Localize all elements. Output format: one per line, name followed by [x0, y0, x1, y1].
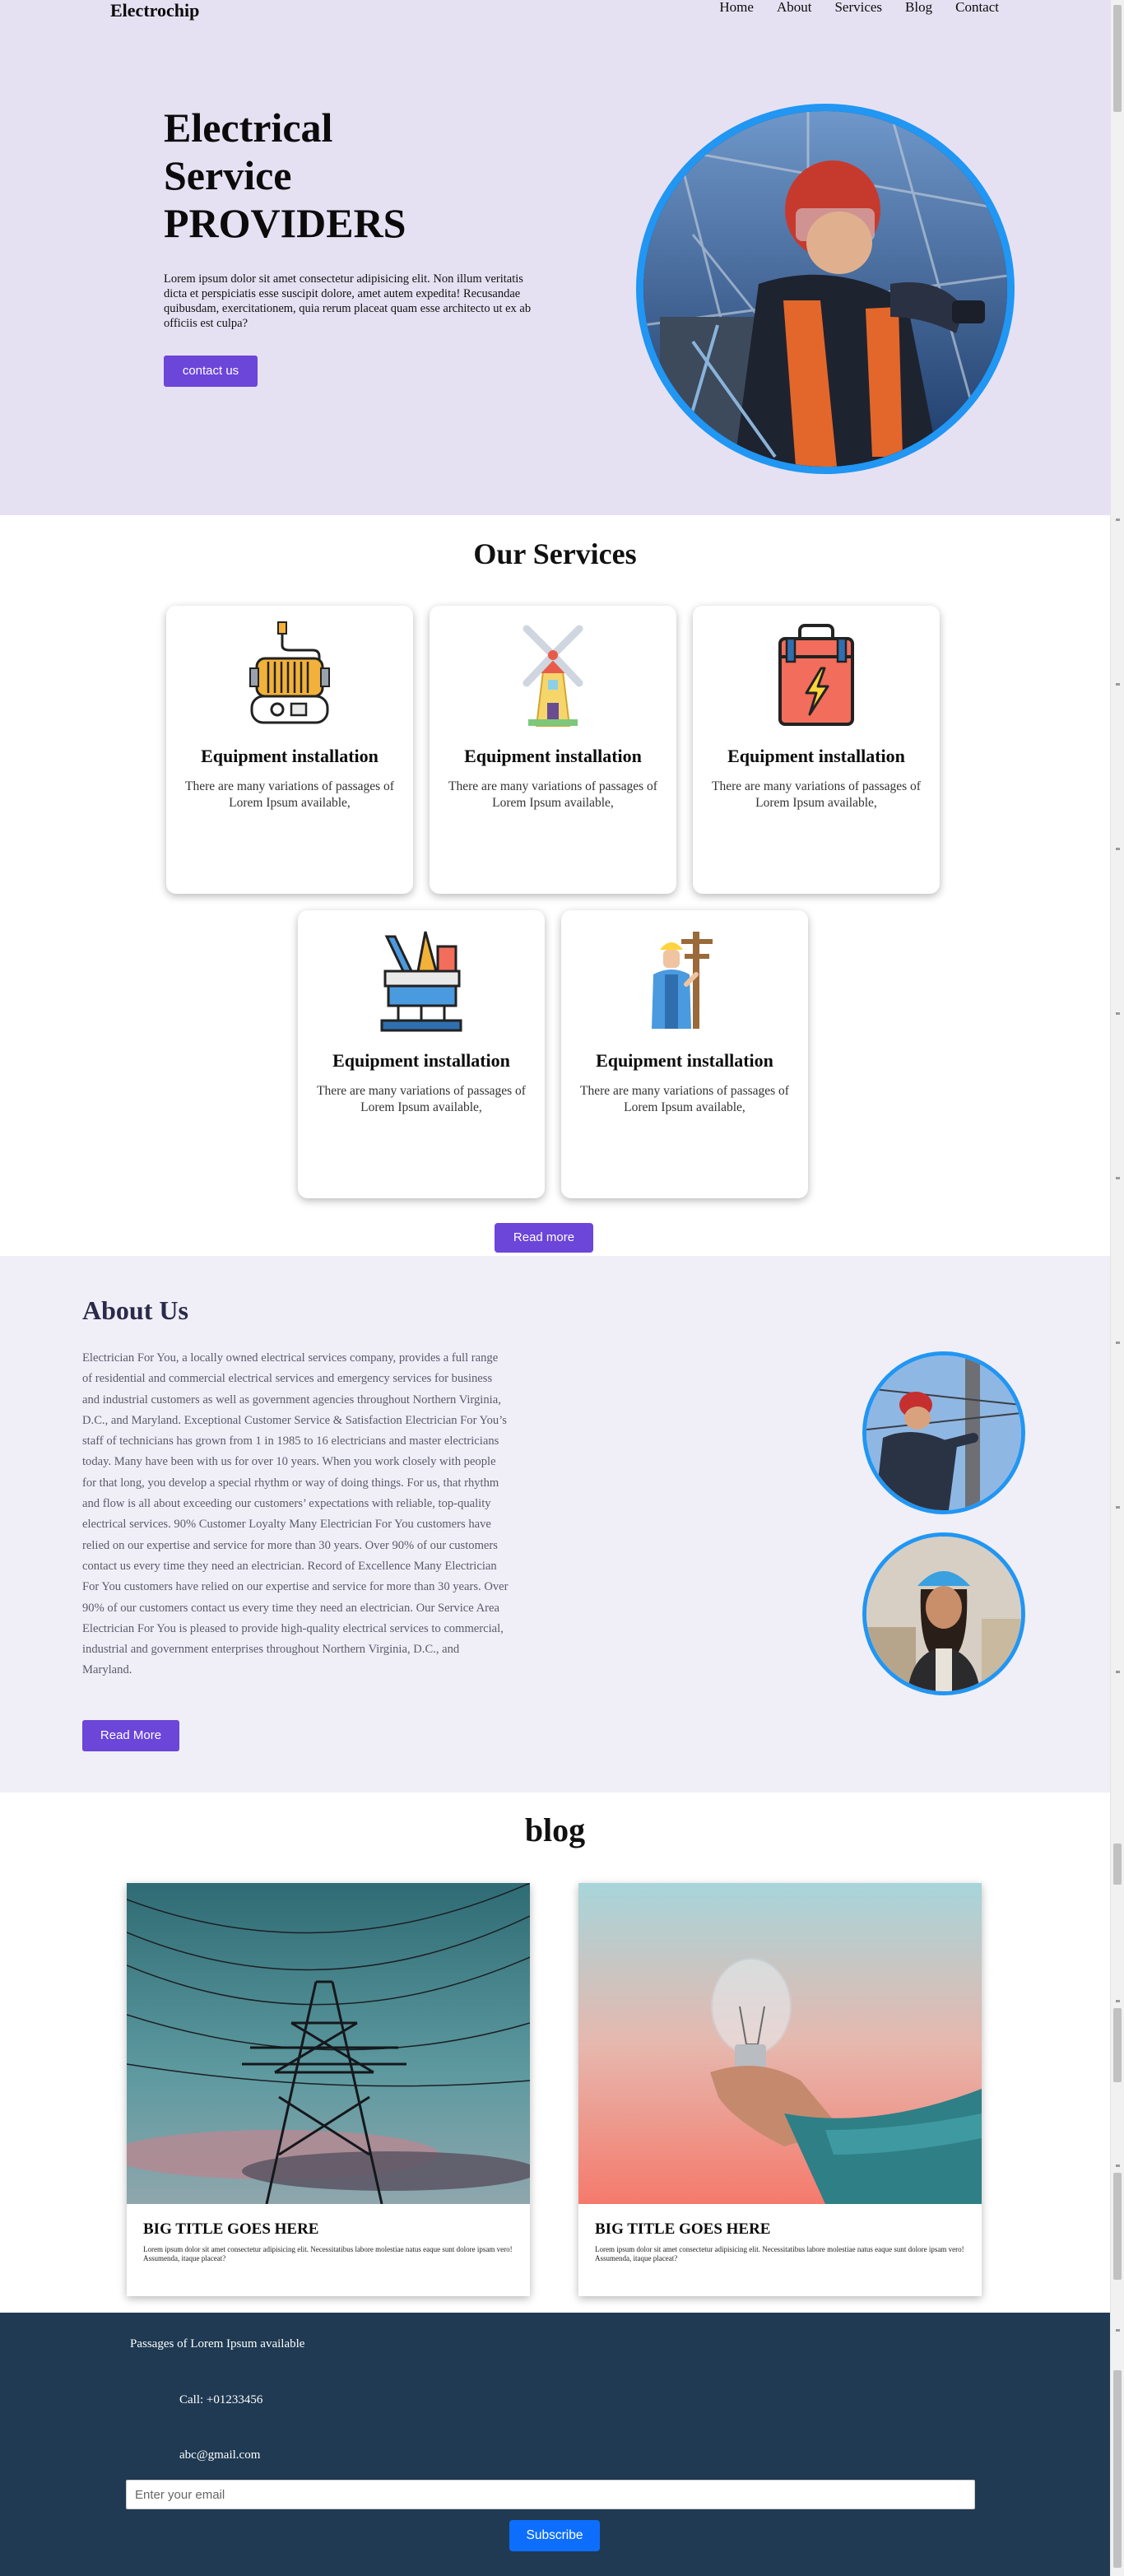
email-input[interactable] — [126, 2480, 975, 2509]
footer-tagline: Passages of Lorem Ipsum available — [130, 2337, 305, 2350]
service-title: Equipment installation — [201, 746, 379, 766]
service-card[interactable]: Equipment installation There are many va… — [430, 606, 676, 894]
page-scrollbar[interactable] — [1110, 0, 1124, 2576]
about-text: Electrician For You, a locally owned ele… — [82, 1351, 509, 1677]
scrollbar-tick — [1116, 683, 1120, 686]
lineman-illustration — [866, 1355, 1021, 1510]
services-title: Our Services — [473, 537, 637, 570]
nav-menu: Home About Services Blog Contact — [719, 0, 999, 16]
nav-home[interactable]: Home — [719, 0, 754, 16]
blog-post-text: Lorem ipsum dolor sit amet consectetur a… — [595, 2245, 964, 2262]
scrollbar-tick — [1116, 2164, 1120, 2167]
service-text: There are many variations of passages of… — [185, 779, 394, 810]
service-text: There are many variations of passages of… — [580, 1084, 789, 1114]
footer: Passages of Lorem Ipsum available Call: … — [0, 2313, 1110, 2576]
lightbulb-illustration — [578, 1883, 982, 2204]
engineer-woman-illustration — [866, 1537, 1021, 1691]
service-text: There are many variations of passages of… — [712, 779, 921, 810]
service-card[interactable]: Equipment installation There are many va… — [298, 910, 545, 1198]
hero-section: Electrochip Home About Services Blog Con… — [0, 0, 1110, 515]
power-tower-photo — [127, 1883, 530, 2204]
generator-icon — [249, 621, 330, 724]
footer-email[interactable]: abc@gmail.com — [179, 2448, 260, 2462]
lineman-photo — [862, 1351, 1025, 1514]
blog-post-title[interactable]: BIG TITLE GOES HERE — [143, 2220, 318, 2239]
page: Electrochip Home About Services Blog Con… — [0, 0, 1110, 2576]
blog-card[interactable]: BIG TITLE GOES HERE Lorem ipsum dolor si… — [127, 1883, 530, 2296]
power-tower-illustration — [127, 1883, 530, 2204]
scrollbar-thumb[interactable] — [1113, 2370, 1122, 2568]
service-card[interactable]: Equipment installation There are many va… — [166, 606, 413, 894]
nav-contact[interactable]: Contact — [955, 0, 999, 16]
lightbulb-photo — [578, 1883, 982, 2204]
hero-title-line3: PROVIDERS — [164, 200, 406, 246]
blog-card[interactable]: BIG TITLE GOES HERE Lorem ipsum dolor si… — [578, 1883, 982, 2296]
service-card[interactable]: Equipment installation There are many va… — [693, 606, 940, 894]
nav-about[interactable]: About — [777, 0, 812, 16]
services-read-more-button[interactable]: Read more — [495, 1223, 593, 1253]
about-title: About Us — [82, 1295, 188, 1325]
hero-title-line2: Service — [164, 152, 292, 198]
footer-phone[interactable]: Call: +01233456 — [179, 2393, 262, 2407]
scrollbar-thumb[interactable] — [1113, 2173, 1122, 2280]
toolbox-icon — [778, 624, 854, 726]
nav-blog[interactable]: Blog — [905, 0, 932, 16]
scrollbar-tick — [1116, 518, 1120, 521]
blog-post-text: Lorem ipsum dolor sit amet consectetur a… — [143, 2245, 513, 2262]
service-text: There are many variations of passages of… — [448, 779, 657, 810]
subscribe-button[interactable]: Subscribe — [509, 2520, 600, 2551]
engineer-woman-photo — [862, 1532, 1025, 1695]
windmill-icon — [523, 625, 583, 727]
service-title: Equipment installation — [332, 1050, 510, 1071]
top-nav: Electrochip Home About Services Blog Con… — [0, 0, 1110, 25]
scrollbar-tick — [1116, 1012, 1120, 1015]
scrollbar-tick — [1116, 848, 1120, 850]
blog-title: blog — [524, 1811, 586, 1848]
scrollbar-thumb[interactable] — [1113, 1844, 1122, 1885]
hero-description: Lorem ipsum dolor sit amet consectetur a… — [164, 272, 532, 330]
about-section: About Us Electrician For You, a locally … — [0, 1256, 1110, 1793]
service-card[interactable]: Equipment installation There are many va… — [561, 910, 808, 1198]
electrician-illustration — [643, 111, 1007, 467]
contact-us-button[interactable]: contact us — [164, 356, 258, 387]
hero-title: Electrical Service PROVIDERS — [164, 104, 435, 247]
scrollbar-tick — [1116, 1671, 1120, 1673]
hero-electrician-photo — [636, 104, 1015, 474]
nav-services[interactable]: Services — [834, 0, 882, 16]
electrician-icon — [652, 932, 713, 1029]
about-read-more-button[interactable]: Read More — [82, 1720, 179, 1751]
blog-post-title[interactable]: BIG TITLE GOES HERE — [595, 2220, 770, 2239]
brand-logo[interactable]: Electrochip — [110, 0, 199, 21]
oil-platform-icon — [380, 931, 462, 1032]
scrollbar-tick — [1116, 1341, 1120, 1344]
scrollbar-thumb[interactable] — [1113, 2008, 1122, 2082]
service-title: Equipment installation — [727, 746, 905, 766]
scrollbar-tick — [1116, 1177, 1120, 1179]
service-text: There are many variations of passages of… — [317, 1084, 526, 1114]
scrollbar-thumb[interactable] — [1113, 5, 1122, 112]
scrollbar-tick — [1116, 2329, 1120, 2332]
service-title: Equipment installation — [596, 1050, 773, 1071]
scrollbar-tick — [1116, 2000, 1120, 2002]
hero-title-line1: Electrical — [164, 105, 333, 151]
service-title: Equipment installation — [464, 746, 642, 766]
scrollbar-tick — [1116, 1506, 1120, 1509]
